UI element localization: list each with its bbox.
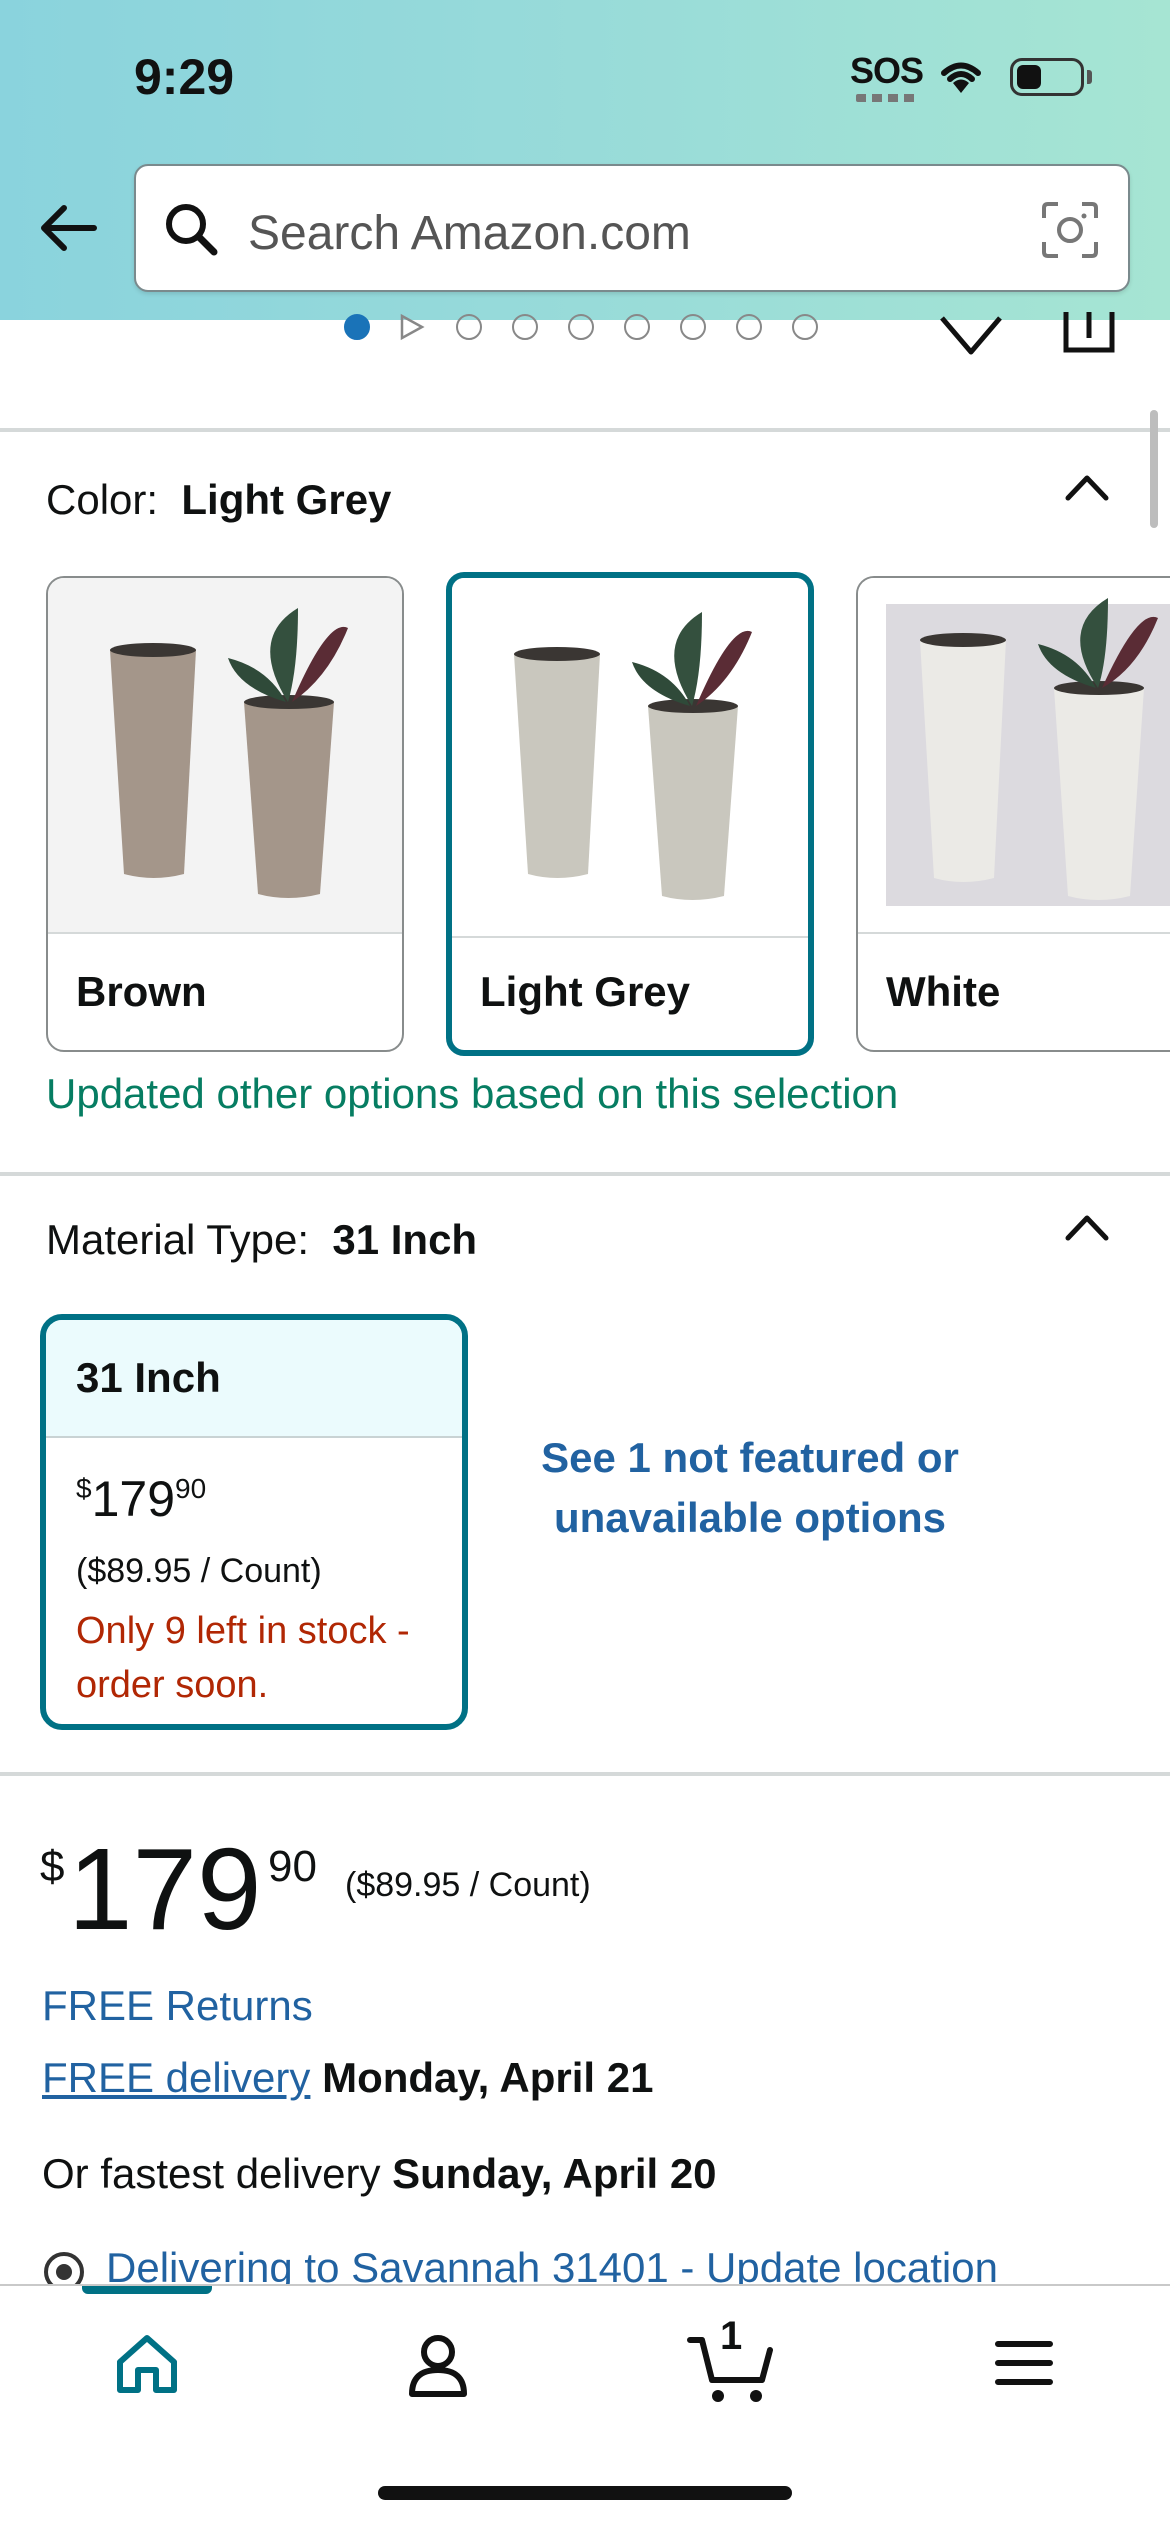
scrollbar[interactable] [1150, 410, 1158, 528]
carousel-dot[interactable] [624, 314, 650, 340]
swatch-image [858, 578, 1170, 934]
material-selected-value: 31 Inch [332, 1216, 478, 1263]
search-placeholder: Search Amazon.com [248, 207, 691, 260]
fastest-date: Sunday, April 20 [392, 2150, 717, 2197]
section-divider [0, 1172, 1170, 1176]
price-whole: 179 [68, 1824, 262, 1954]
color-swatch-white[interactable]: White [856, 576, 1170, 1052]
color-swatch-light-grey[interactable]: Light Grey [446, 572, 814, 1056]
swatch-label: Brown [76, 968, 207, 1015]
video-play-icon[interactable] [396, 312, 426, 342]
search-input[interactable]: Search Amazon.com [134, 164, 1130, 292]
status-time: 9:29 [134, 49, 235, 105]
price-fraction: 90 [175, 1473, 207, 1504]
unit-price: ($89.95 / Count) [345, 1866, 591, 1904]
signal-dots [856, 94, 918, 102]
chevron-up-icon[interactable] [1062, 470, 1112, 504]
nav-active-indicator [82, 2286, 212, 2294]
swatch-label: White [886, 968, 1001, 1015]
material-label: Material Type: [46, 1216, 310, 1263]
color-section-label: Color: Light Grey [46, 476, 391, 524]
color-swatch-brown[interactable]: Brown [46, 576, 404, 1052]
header: 9:29 SOS Search Amazon.com [0, 0, 1170, 320]
fastest-prefix: Or fastest delivery [42, 2150, 381, 2197]
material-card-price: $17990 [76, 1470, 206, 1528]
free-returns-link[interactable]: FREE Returns [42, 1982, 313, 2030]
price-whole: 179 [91, 1471, 176, 1527]
swatch-image [48, 578, 402, 934]
material-card-title: 31 Inch [76, 1354, 221, 1401]
carousel-dot[interactable] [512, 314, 538, 340]
sos-indicator: SOS [850, 50, 924, 91]
carousel-dot-active[interactable] [344, 314, 370, 340]
home-indicator[interactable] [378, 2486, 792, 2500]
color-label: Color: [46, 476, 159, 523]
camera-scan-icon[interactable] [1040, 200, 1100, 260]
fastest-delivery-info: Or fastest delivery Sunday, April 20 [42, 2150, 717, 2198]
carousel-dot[interactable] [568, 314, 594, 340]
battery-icon [1010, 58, 1084, 96]
back-arrow-icon[interactable] [36, 200, 100, 256]
cart-count-badge: 1 [720, 2314, 743, 2358]
home-icon[interactable] [114, 2332, 180, 2396]
material-card-header: 31 Inch [46, 1320, 462, 1438]
free-delivery-link[interactable]: FREE delivery [42, 2054, 310, 2101]
price-symbol: $ [40, 1842, 65, 1891]
share-icon[interactable] [1062, 308, 1116, 354]
color-selected-value: Light Grey [181, 476, 392, 523]
battery-nub [1087, 70, 1092, 84]
updated-options-note: Updated other options based on this sele… [46, 1070, 899, 1117]
wifi-icon [941, 62, 981, 93]
price-fraction: 90 [268, 1842, 317, 1891]
section-divider [0, 428, 1170, 432]
delivery-info: FREE delivery Monday, April 21 [42, 2054, 653, 2102]
carousel-dot[interactable] [736, 314, 762, 340]
section-divider [0, 1772, 1170, 1776]
material-option-card[interactable]: 31 Inch $17990 ($89.95 / Count) Only 9 l… [40, 1314, 468, 1730]
stock-warning: Only 9 left in stock - order soon. [76, 1610, 410, 1706]
delivery-date: Monday, April 21 [322, 2054, 654, 2101]
search-icon [166, 204, 218, 256]
carousel-dot[interactable] [680, 314, 706, 340]
see-unavailable-options-link[interactable]: See 1 not featured or unavailable option… [520, 1428, 980, 1548]
menu-icon[interactable] [994, 2336, 1054, 2390]
swatch-image [452, 578, 808, 938]
chevron-up-icon[interactable] [1062, 1210, 1112, 1244]
price-symbol: $ [76, 1473, 92, 1504]
carousel-dot[interactable] [792, 314, 818, 340]
material-section-label: Material Type: 31 Inch [46, 1216, 477, 1264]
account-icon[interactable] [406, 2332, 470, 2398]
carousel-dot[interactable] [456, 314, 482, 340]
heart-icon[interactable] [938, 314, 1004, 358]
swatch-label: Light Grey [480, 968, 691, 1015]
material-card-unit-price: ($89.95 / Count) [76, 1552, 322, 1590]
